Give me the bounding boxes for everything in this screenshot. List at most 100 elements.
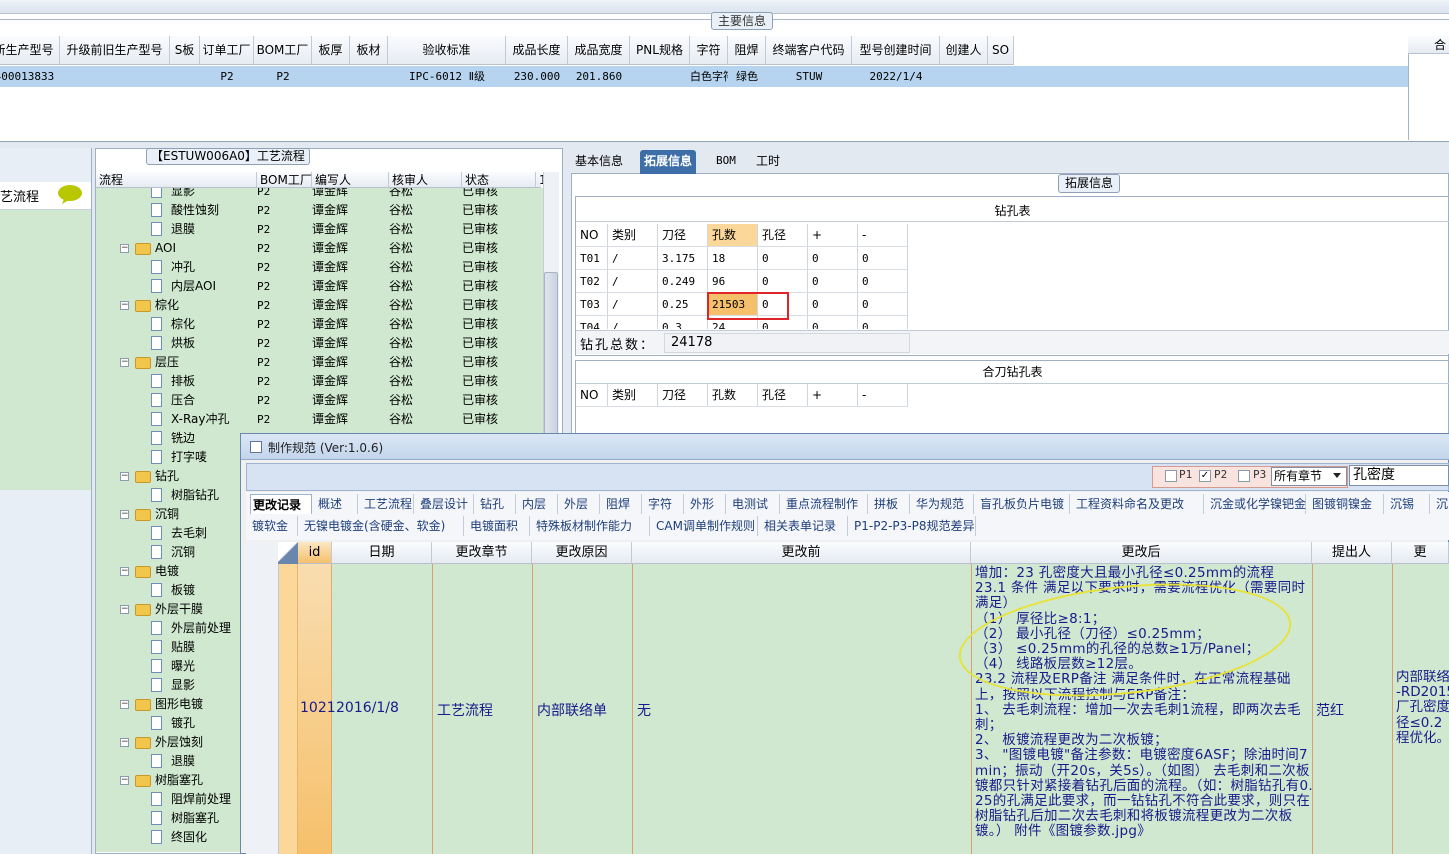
drill-header-cell[interactable]: 孔数 [708, 224, 758, 247]
drill-cell[interactable]: 96 [708, 270, 758, 293]
flow-tree-row[interactable]: X-Ray冲孔 P2 谭金辉 谷松 已审核 [96, 410, 543, 429]
category-tab[interactable]: 外形 [688, 494, 726, 514]
grid-cell[interactable]: IPC-6012 Ⅱ级 [388, 66, 506, 87]
tab-basic-info[interactable]: 基本信息 [571, 150, 627, 174]
grid-header-cell[interactable]: 新生产型号 [0, 36, 60, 65]
grid-cell[interactable] [630, 66, 690, 87]
category-tab[interactable]: 特殊板材制作能力 [534, 516, 650, 536]
tab-bom[interactable]: BOM [712, 150, 740, 174]
flow-tree-row[interactable]: 内层AOI P2 谭金辉 谷松 已审核 [96, 277, 543, 296]
flow-tree-row[interactable]: 烘板 P2 谭金辉 谷松 已审核 [96, 334, 543, 353]
category-tab[interactable]: 更改记录 [250, 494, 312, 514]
category-tab[interactable]: 钻孔 [478, 494, 516, 514]
grid-cell[interactable]: 白色字符 [690, 66, 728, 87]
drill-cell[interactable]: / [608, 316, 658, 329]
p1-checkbox[interactable] [1165, 470, 1177, 482]
drill-cell[interactable]: T01 [576, 247, 608, 270]
flow-tree-row[interactable]: − AOI P2 谭金辉 谷松 已审核 [96, 239, 543, 258]
drill-cell[interactable]: 0 [808, 247, 858, 270]
change-grid-header[interactable]: 更改原因 [532, 542, 632, 564]
collapse-toggle-icon[interactable]: − [120, 605, 129, 614]
grid-header-cell[interactable]: 升级前旧生产型号 [60, 36, 170, 65]
merge-header-cell[interactable]: 孔数 [708, 384, 758, 407]
collapse-toggle-icon[interactable]: − [120, 244, 129, 253]
flow-tree-row[interactable]: 显影 P2 谭金辉 谷松 已审核 [96, 188, 543, 201]
drill-cell[interactable]: 0 [808, 293, 858, 316]
drill-cell[interactable]: / [608, 247, 658, 270]
flow-tree-row[interactable]: 酸性蚀刻 P2 谭金辉 谷松 已审核 [96, 201, 543, 220]
category-tab[interactable]: 拼板 [872, 494, 910, 514]
category-tab[interactable]: 镀软金 [250, 516, 298, 536]
grid-header-cell[interactable]: 终端客户代码 [766, 36, 852, 65]
category-tab[interactable]: 工艺流程 [362, 494, 414, 514]
drill-cell[interactable]: 0 [808, 270, 858, 293]
p2-checkbox[interactable]: ✓ [1199, 470, 1211, 482]
drill-cell[interactable]: 0.25 [658, 293, 708, 316]
grid-header-cell[interactable]: BOM工厂 [254, 36, 312, 65]
drill-cell[interactable]: 0 [858, 316, 908, 329]
category-tab[interactable]: 阻焊 [604, 494, 642, 514]
drill-cell[interactable]: 0 [858, 247, 908, 270]
flow-header-cell[interactable]: 状态 [462, 172, 536, 188]
category-tab[interactable]: 图镀铜镍金 [1310, 494, 1384, 514]
change-grid-header[interactable]: 日期 [332, 542, 432, 564]
category-tab[interactable]: 电镀面积 [468, 516, 530, 536]
merge-header-cell[interactable]: + [808, 384, 858, 407]
category-tab[interactable]: 重点流程制作 [784, 494, 868, 514]
flow-header-cell[interactable]: 核审人 [389, 172, 462, 188]
flow-tree-row[interactable]: 冲孔 P2 谭金辉 谷松 已审核 [96, 258, 543, 277]
flow-header-cell[interactable]: 编写人 [312, 172, 389, 188]
collapse-toggle-icon[interactable]: − [120, 567, 129, 576]
category-tab[interactable]: 外层 [562, 494, 600, 514]
grid-header-cell[interactable]: 成品长度 [506, 36, 568, 65]
category-tab[interactable]: 内层 [520, 494, 558, 514]
grid-cell[interactable]: 201.860 [568, 66, 630, 87]
change-grid-header[interactable]: 提出人 [1312, 542, 1392, 564]
drill-cell[interactable]: 0.249 [658, 270, 708, 293]
grid-cell[interactable]: STUW [766, 66, 852, 87]
category-tab[interactable]: 工程资料命名及更改 [1074, 494, 1204, 514]
category-tab[interactable]: 电测试 [730, 494, 780, 514]
chat-bubble-icon[interactable] [56, 184, 84, 204]
flow-header-cell[interactable]: 流程 [96, 172, 257, 188]
category-tab[interactable]: 盲孔板负片电镀 [978, 494, 1070, 514]
merge-header-cell[interactable]: NO [576, 384, 608, 407]
category-tab[interactable]: 无镍电镀金(含硬金、软金) [302, 516, 464, 536]
grid-header-cell[interactable]: SO [988, 36, 1014, 65]
collapse-toggle-icon[interactable]: − [120, 700, 129, 709]
change-grid-header[interactable]: 更改后 [971, 542, 1312, 564]
grid-header-cell[interactable]: 板材 [350, 36, 388, 65]
drill-cell[interactable]: T03 [576, 293, 608, 316]
category-tab[interactable]: 华为规范 [914, 494, 974, 514]
drill-cell[interactable]: / [608, 270, 658, 293]
grid-header-cell[interactable]: 字符 [690, 36, 728, 65]
p3-checkbox[interactable] [1238, 470, 1250, 482]
drill-header-cell[interactable]: 孔径 [758, 224, 808, 247]
merge-header-cell[interactable]: - [858, 384, 908, 407]
collapse-toggle-icon[interactable]: − [120, 510, 129, 519]
change-grid-header[interactable]: 更 [1392, 542, 1449, 564]
category-tab[interactable]: P1-P2-P3-P8规范差异 [852, 516, 976, 536]
drill-header-cell[interactable]: 类别 [608, 224, 658, 247]
drill-cell[interactable]: 0.3 [658, 316, 708, 329]
flow-tree-row[interactable]: 排板 P2 谭金辉 谷松 已审核 [96, 372, 543, 391]
drill-cell[interactable]: 0 [858, 293, 908, 316]
grid-header-cell[interactable]: 订单工厂 [200, 36, 254, 65]
flow-tree-row[interactable]: − 棕化 P2 谭金辉 谷松 已审核 [96, 296, 543, 315]
grid-cell[interactable] [170, 66, 200, 87]
grid-cell[interactable]: 230.000 [506, 66, 568, 87]
grid-cell[interactable] [350, 66, 388, 87]
drill-cell[interactable]: T04 [576, 316, 608, 329]
flow-tree-row[interactable]: 棕化 P2 谭金辉 谷松 已审核 [96, 315, 543, 334]
flow-tree-row[interactable]: 压合 P2 谭金辉 谷松 已审核 [96, 391, 543, 410]
tab-extended-info[interactable]: 拓展信息 [640, 150, 697, 174]
drill-cell[interactable]: / [608, 293, 658, 316]
drill-cell[interactable]: T02 [576, 270, 608, 293]
flow-tree-row[interactable]: 退膜 P2 谭金辉 谷松 已审核 [96, 220, 543, 239]
drill-header-cell[interactable]: - [858, 224, 908, 247]
drill-cell[interactable]: 0 [808, 316, 858, 329]
category-tab[interactable]: 字符 [646, 494, 684, 514]
tab-work-hours[interactable]: 工时 [752, 150, 784, 174]
collapse-toggle-icon[interactable]: − [120, 776, 129, 785]
change-grid-header[interactable]: 更改前 [632, 542, 971, 564]
